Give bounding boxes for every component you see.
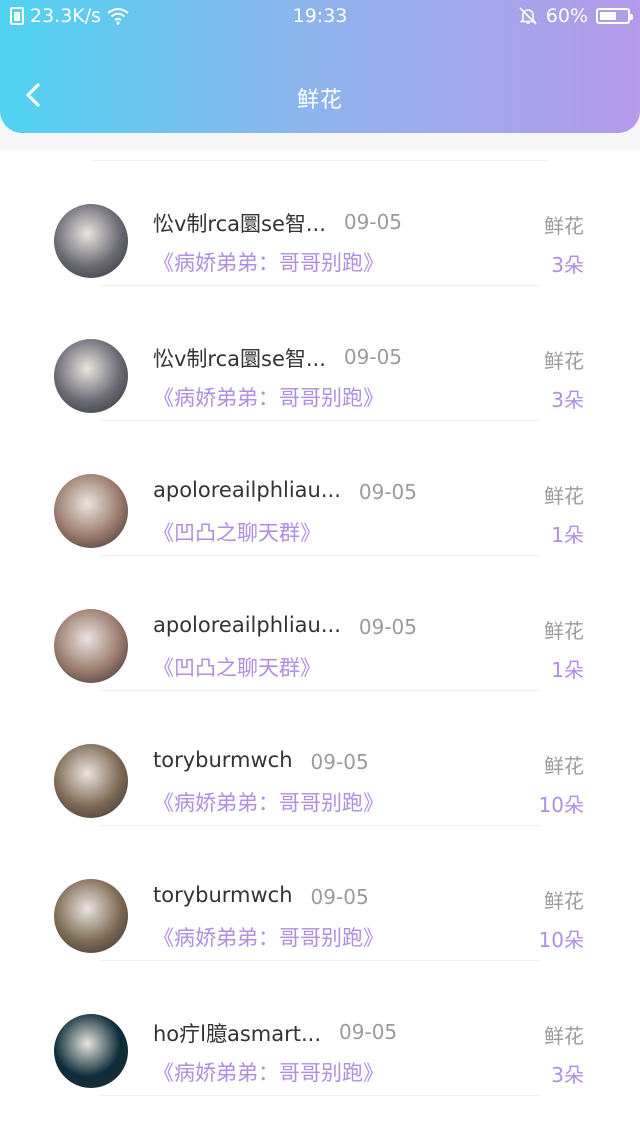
user-name: apoloreailphliau... [153,613,341,637]
user-name: 忪v制rca圜se智... [153,212,326,236]
book-title-link[interactable]: 《凹凸之聊天群》 [153,652,321,682]
gift-type: 鲜花 [544,1024,584,1048]
battery-icon [596,8,633,24]
list-item[interactable]: ho疔l臆asmart... 09-05 《病娇弟弟：哥哥别跑》 鲜花 3朵 [0,960,640,1096]
gift-count: 3朵 [551,253,584,277]
list-item[interactable]: 忪v制rca圜se智... 09-05 《病娇弟弟：哥哥别跑》 鲜花 3朵 [0,150,640,286]
gift-count: 3朵 [551,1063,584,1087]
flower-record-list: 忪v制rca圜se智... 09-05 《病娇弟弟：哥哥别跑》 鲜花 3朵 忪v制rca圜… [0,150,640,1138]
book-title-link[interactable]: 《病娇弟弟：哥哥别跑》 [153,787,384,817]
record-date: 09-05 [310,750,369,774]
book-title-link[interactable]: 《病娇弟弟：哥哥别跑》 [153,382,384,412]
gift-type: 鲜花 [544,619,584,643]
user-name: toryburmwch [153,748,293,772]
avatar[interactable] [54,204,128,278]
book-title-link[interactable]: 《病娇弟弟：哥哥别跑》 [153,1057,384,1087]
gift-count: 1朵 [551,523,584,547]
record-date: 09-05 [343,210,403,234]
user-name: ho疔l臆asmart... [153,1022,322,1046]
status-right: 60% [518,5,633,27]
gift-type: 鲜花 [544,214,584,238]
list-item[interactable]: apoloreailphliau... 09-05 《凹凸之聊天群》 鲜花 1朵 [0,420,640,556]
user-name: 忪v制rca圜se智... [153,347,326,371]
record-date: 09-05 [339,1020,398,1044]
record-date: 09-05 [358,480,417,504]
user-name: toryburmwch [153,883,293,907]
avatar[interactable] [54,609,128,683]
gift-type: 鲜花 [544,349,584,373]
book-title-link[interactable]: 《病娇弟弟：哥哥别跑》 [153,247,384,277]
gift-count: 10朵 [538,793,584,817]
avatar[interactable] [54,744,128,818]
nav-bar: 鲜花 [0,60,640,130]
gift-type: 鲜花 [544,754,584,778]
record-date: 09-05 [358,615,417,639]
list-item[interactable]: apoloreailphliau... 09-05 《凹凸之聊天群》 鲜花 1朵 [0,555,640,691]
page-title: 鲜花 [296,88,343,113]
bell-muted-icon [518,6,538,26]
header-bar: 23.3K/s 19:33 60% 鲜花 [0,0,640,133]
battery-fill [600,12,616,20]
record-date: 09-05 [343,345,403,369]
user-name: apoloreailphliau... [153,478,341,502]
gift-count: 10朵 [538,928,584,952]
avatar[interactable] [54,1014,128,1088]
battery-percent: 60% [545,5,588,27]
row-divider [100,1095,540,1096]
gift-count: 3朵 [551,388,584,412]
list-item[interactable]: 忪v制rca圜se智... 09-05 《病娇弟弟：哥哥别跑》 鲜花 3朵 [0,285,640,421]
list-item[interactable]: toryburmwch 09-05 《病娇弟弟：哥哥别跑》 鲜花 10朵 [0,825,640,961]
gift-count: 1朵 [551,658,584,682]
record-date: 09-05 [310,885,369,909]
list-item[interactable]: toryburmwch 09-05 《病娇弟弟：哥哥别跑》 鲜花 10朵 [0,690,640,826]
avatar[interactable] [54,879,128,953]
gift-type: 鲜花 [544,484,584,508]
book-title-link[interactable]: 《病娇弟弟：哥哥别跑》 [153,922,384,952]
avatar[interactable] [54,474,128,548]
status-bar: 23.3K/s 19:33 60% [0,0,640,34]
book-title-link[interactable]: 《凹凸之聊天群》 [153,517,321,547]
gift-type: 鲜花 [544,889,584,913]
avatar[interactable] [54,339,128,413]
